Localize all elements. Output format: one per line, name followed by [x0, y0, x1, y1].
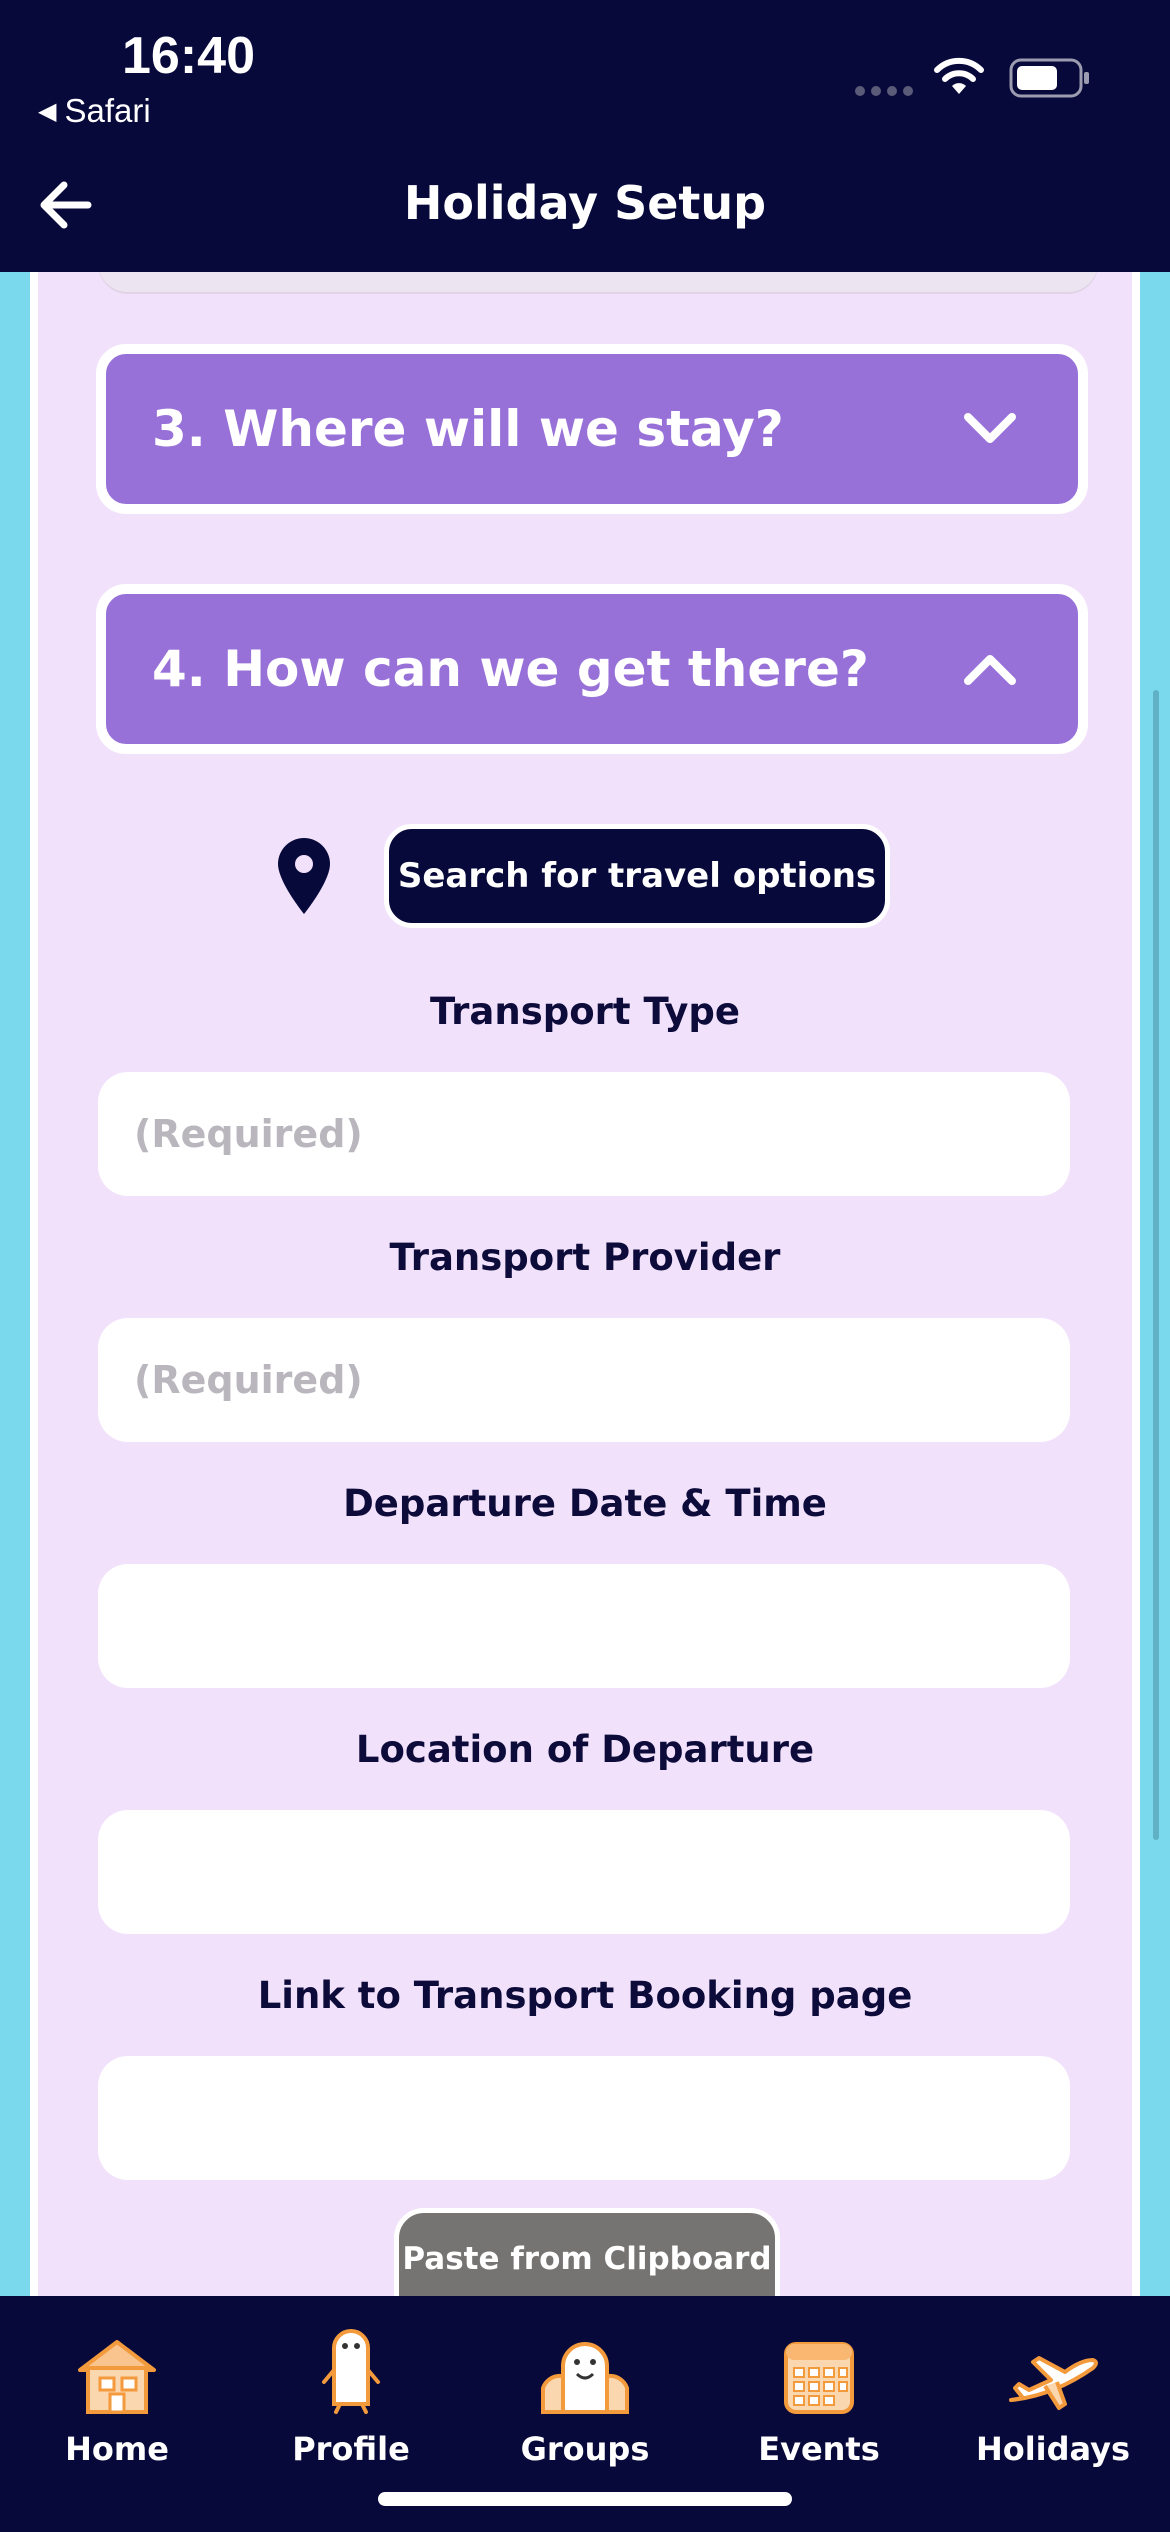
section-how-get-there[interactable]: 4. How can we get there? — [96, 584, 1088, 754]
home-indicator[interactable] — [378, 2492, 792, 2506]
chevron-down-icon — [964, 413, 1016, 443]
tab-events[interactable]: Events — [702, 2316, 936, 2476]
departure-location-input[interactable] — [98, 1810, 1070, 1934]
status-time: 16:40 — [122, 27, 255, 85]
location-pin-icon — [278, 838, 330, 914]
transport-provider-input[interactable] — [98, 1318, 1070, 1442]
departure-location-label: Location of Departure — [355, 1728, 815, 1771]
back-to-app-link[interactable]: ◀ Safari — [38, 92, 151, 130]
tab-groups[interactable]: Groups — [468, 2316, 702, 2476]
wifi-icon — [934, 57, 984, 94]
back-app-label: Safari — [64, 92, 151, 129]
profile-icon — [322, 2329, 380, 2414]
section-title: 4. How can we get there? — [152, 640, 869, 698]
tab-label: Profile — [292, 2430, 410, 2468]
departure-datetime-input[interactable] — [98, 1564, 1070, 1688]
tab-label: Home — [65, 2430, 169, 2468]
house-icon — [78, 2340, 156, 2414]
transport-type-label: Transport Type — [429, 990, 741, 1033]
app-header: 16:40 ◀ Safari Holiday Setup — [0, 0, 1170, 272]
transport-type-input[interactable] — [98, 1072, 1070, 1196]
tab-holidays[interactable]: Holidays — [936, 2316, 1170, 2476]
tab-label: Events — [758, 2430, 880, 2468]
booking-link-input[interactable] — [98, 2056, 1070, 2180]
battery-icon — [1009, 58, 1089, 98]
section-title: 3. Where will we stay? — [152, 400, 784, 458]
tab-label: Holidays — [975, 2430, 1131, 2468]
calendar-icon — [784, 2342, 854, 2414]
scrollbar[interactable] — [1153, 690, 1159, 1840]
tab-profile[interactable]: Profile — [234, 2316, 468, 2476]
transport-provider-label: Transport Provider — [389, 1236, 781, 1279]
tab-home[interactable]: Home — [0, 2316, 234, 2476]
holiday-setup-panel: 3. Where will we stay? 4. How can we get… — [30, 252, 1140, 2308]
section-where-stay[interactable]: 3. Where will we stay? — [96, 344, 1088, 514]
chevron-up-icon — [964, 655, 1016, 685]
paste-from-clipboard-button[interactable]: Paste from Clipboard — [394, 2208, 780, 2308]
travel-search-row: Search for travel options — [38, 824, 1132, 928]
booking-link-label: Link to Transport Booking page — [257, 1974, 913, 2017]
tab-label: Groups — [520, 2430, 650, 2468]
search-travel-options-button[interactable]: Search for travel options — [384, 824, 890, 928]
back-triangle-icon: ◀ — [38, 97, 57, 125]
page-title: Holiday Setup — [403, 176, 767, 230]
departure-datetime-label: Departure Date & Time — [343, 1482, 827, 1525]
cellular-signal-icon — [855, 86, 913, 96]
groups-icon — [541, 2342, 629, 2414]
airplane-icon — [1009, 2356, 1098, 2410]
